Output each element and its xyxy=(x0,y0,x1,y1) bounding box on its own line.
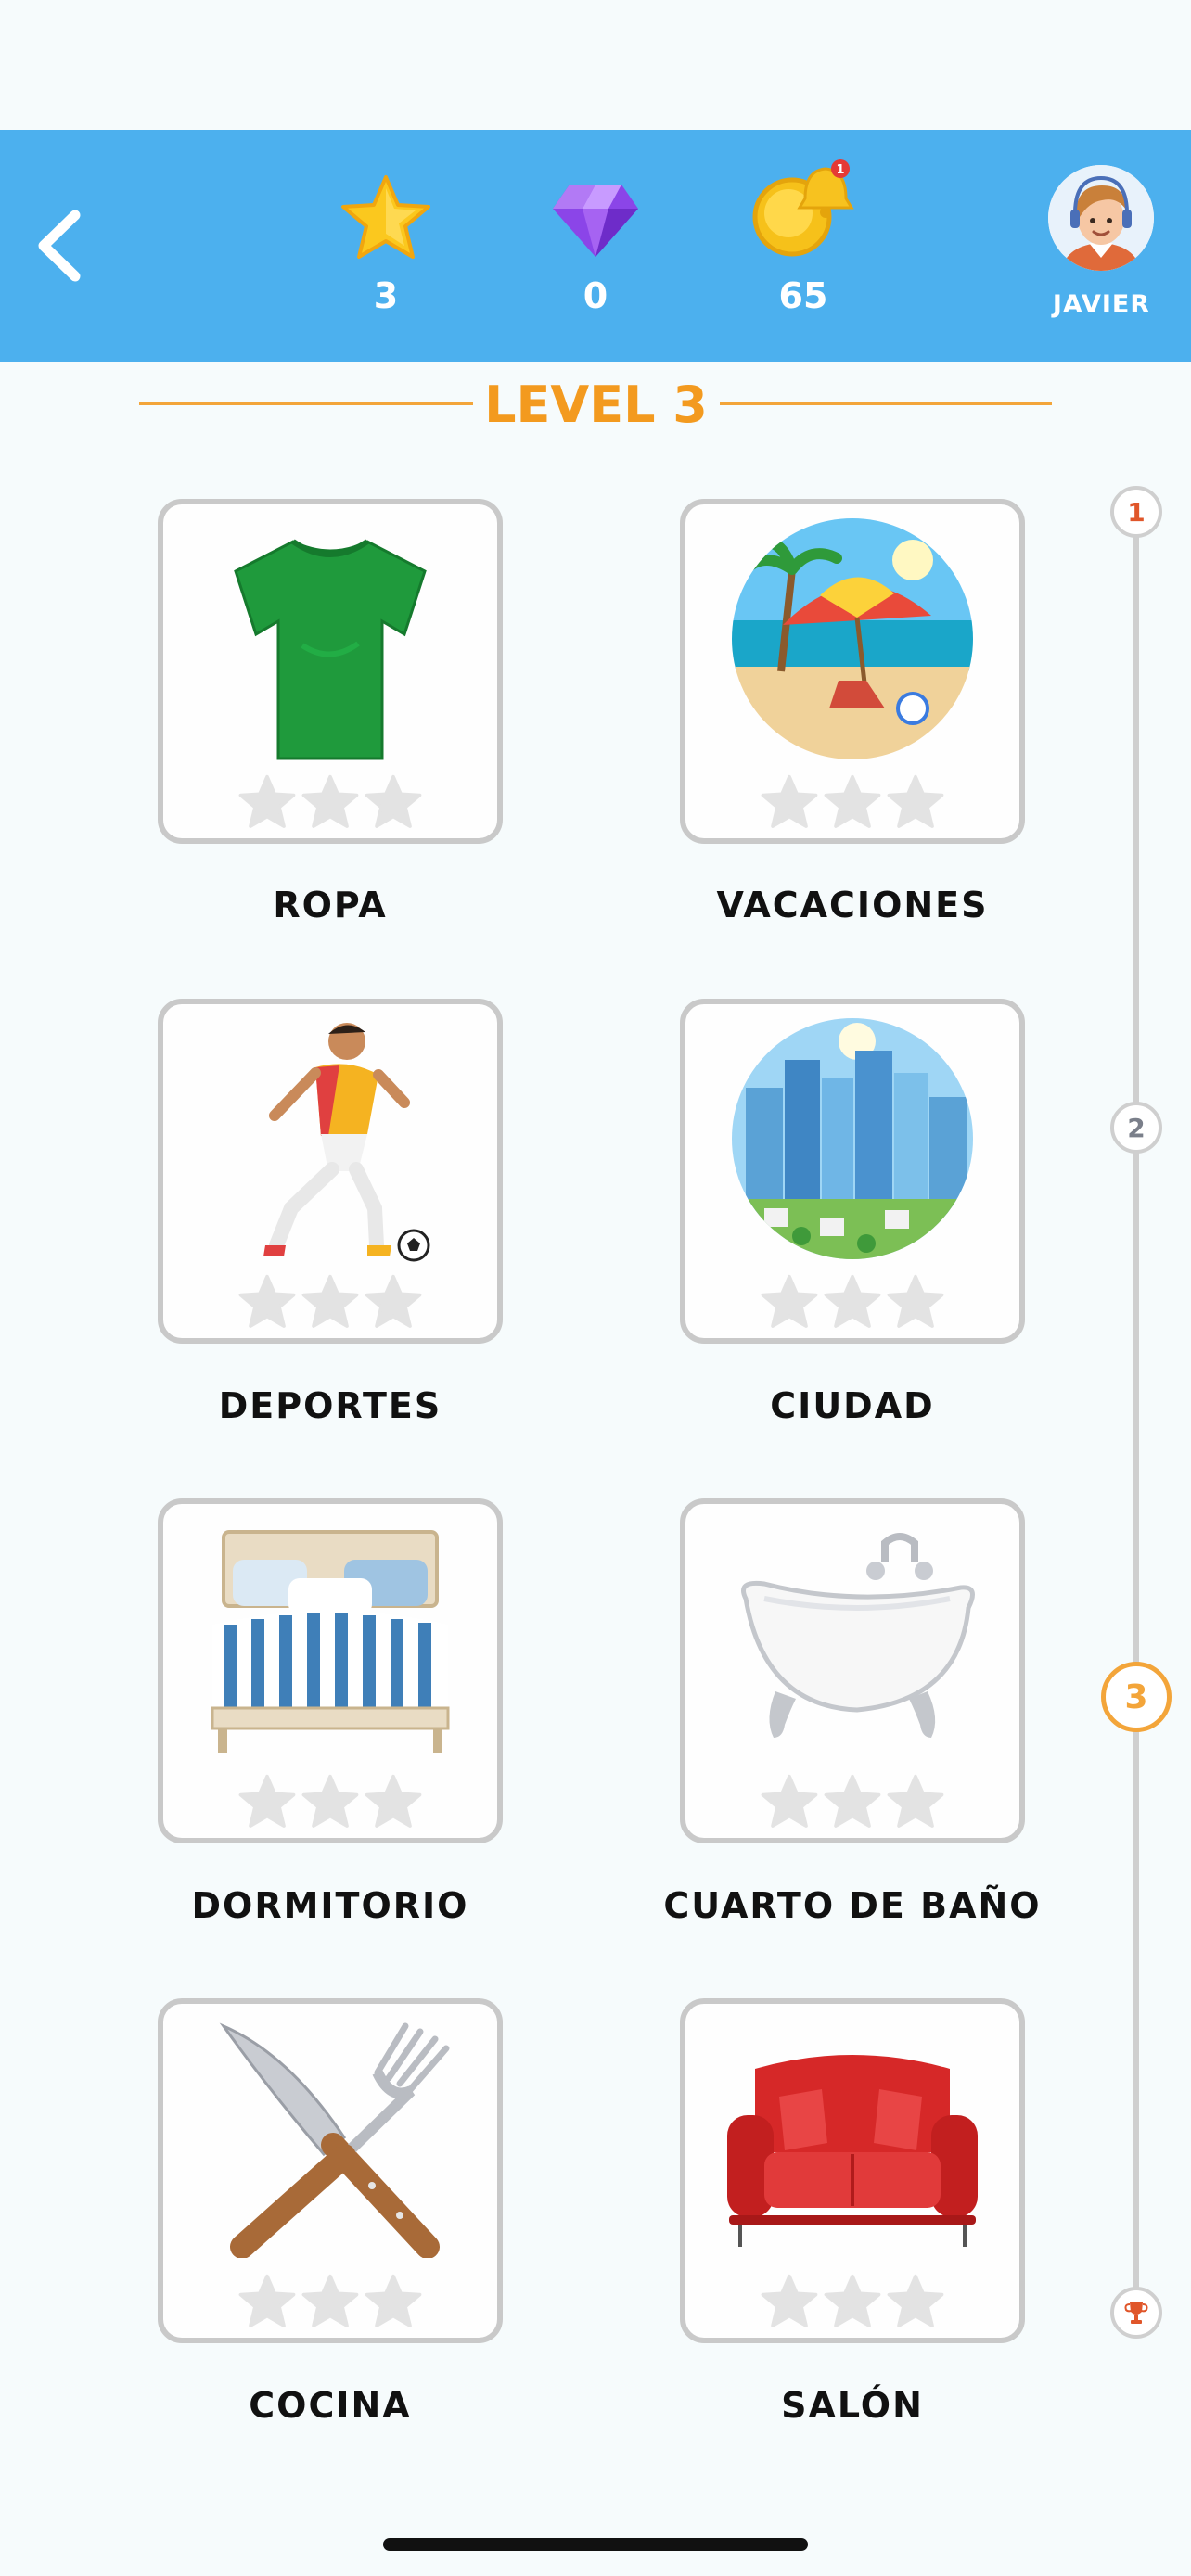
star-empty-icon xyxy=(301,1274,359,1328)
star-rating xyxy=(163,773,497,831)
gems-counter: 0 xyxy=(521,172,670,320)
star-empty-icon xyxy=(887,1774,944,1828)
star-rating xyxy=(685,1273,1019,1331)
star-empty-icon xyxy=(238,1274,296,1328)
star-rating xyxy=(163,1773,497,1830)
chevron-left-icon xyxy=(38,210,81,282)
progress-node-trophy[interactable] xyxy=(1110,2287,1162,2339)
star-rating xyxy=(685,1773,1019,1830)
category-label: CIUDAD xyxy=(770,1385,935,1426)
star-empty-icon xyxy=(761,774,818,828)
star-empty-icon xyxy=(238,1774,296,1828)
star-empty-icon xyxy=(824,1274,881,1328)
category-card-cuarto-de-bano[interactable] xyxy=(680,1498,1025,1843)
category-label: COCINA xyxy=(249,2385,412,2426)
bed-icon xyxy=(211,1530,450,1753)
star-rating xyxy=(163,2273,497,2330)
level-progress-track xyxy=(1133,515,1139,2309)
category-card-deportes[interactable] xyxy=(158,999,503,1344)
star-empty-icon xyxy=(365,1274,422,1328)
star-empty-icon xyxy=(238,2274,296,2327)
coins-value: 65 xyxy=(778,275,828,316)
progress-node-1[interactable]: 1 xyxy=(1110,486,1162,538)
avatar-icon xyxy=(1048,165,1154,271)
star-empty-icon xyxy=(824,2274,881,2327)
category-label: CUARTO DE BAÑO xyxy=(663,1885,1042,1926)
star-empty-icon xyxy=(887,774,944,828)
level-divider-left xyxy=(139,402,473,405)
knife-fork-icon xyxy=(219,2022,450,2258)
stars-counter: 3 xyxy=(312,172,460,320)
tshirt-icon xyxy=(234,539,427,760)
coin-bell-icon: 1 xyxy=(752,159,854,257)
gems-value: 0 xyxy=(583,275,608,316)
star-icon xyxy=(341,175,430,259)
star-empty-icon xyxy=(761,1774,818,1828)
category-card-salon[interactable] xyxy=(680,1998,1025,2343)
level-title: LEVEL 3 xyxy=(484,376,708,434)
category-label: DORMITORIO xyxy=(191,1885,469,1926)
star-empty-icon xyxy=(365,774,422,828)
gem-icon xyxy=(553,185,638,257)
category-card-cocina[interactable] xyxy=(158,1998,503,2343)
star-empty-icon xyxy=(301,1774,359,1828)
category-card-vacaciones[interactable] xyxy=(680,499,1025,844)
category-card-dormitorio[interactable] xyxy=(158,1498,503,1843)
star-empty-icon xyxy=(365,1774,422,1828)
category-card-ropa[interactable] xyxy=(158,499,503,844)
star-empty-icon xyxy=(238,774,296,828)
category-card-ciudad[interactable] xyxy=(680,999,1025,1344)
category-label: ROPA xyxy=(273,885,388,925)
star-empty-icon xyxy=(365,2274,422,2327)
back-button[interactable] xyxy=(26,199,91,292)
sofa-icon xyxy=(727,2055,978,2247)
star-empty-icon xyxy=(824,1774,881,1828)
trophy-icon xyxy=(1124,2302,1148,2324)
notification-badge: 1 xyxy=(836,163,844,177)
category-label: SALÓN xyxy=(781,2385,924,2426)
soccer-player-icon xyxy=(263,1023,430,1262)
star-rating xyxy=(685,773,1019,831)
coins-counter: 1 65 xyxy=(729,159,877,320)
star-empty-icon xyxy=(887,1274,944,1328)
progress-node-3[interactable]: 3 xyxy=(1101,1662,1172,1732)
star-empty-icon xyxy=(761,1274,818,1328)
username: JAVIER xyxy=(1052,290,1151,319)
bathtub-icon xyxy=(741,1533,975,1738)
star-empty-icon xyxy=(761,2274,818,2327)
star-empty-icon xyxy=(824,774,881,828)
beach-icon xyxy=(732,518,973,759)
star-empty-icon xyxy=(301,2274,359,2327)
star-rating xyxy=(685,2273,1019,2330)
city-icon xyxy=(732,1018,973,1259)
star-empty-icon xyxy=(301,774,359,828)
star-rating xyxy=(163,1273,497,1331)
progress-node-2[interactable]: 2 xyxy=(1110,1102,1162,1154)
level-divider-right xyxy=(720,402,1052,405)
category-label: DEPORTES xyxy=(218,1385,442,1426)
category-label: VACACIONES xyxy=(716,885,989,925)
star-empty-icon xyxy=(887,2274,944,2327)
avatar[interactable] xyxy=(1048,165,1154,271)
stars-value: 3 xyxy=(373,275,399,316)
home-indicator[interactable] xyxy=(383,2538,808,2551)
